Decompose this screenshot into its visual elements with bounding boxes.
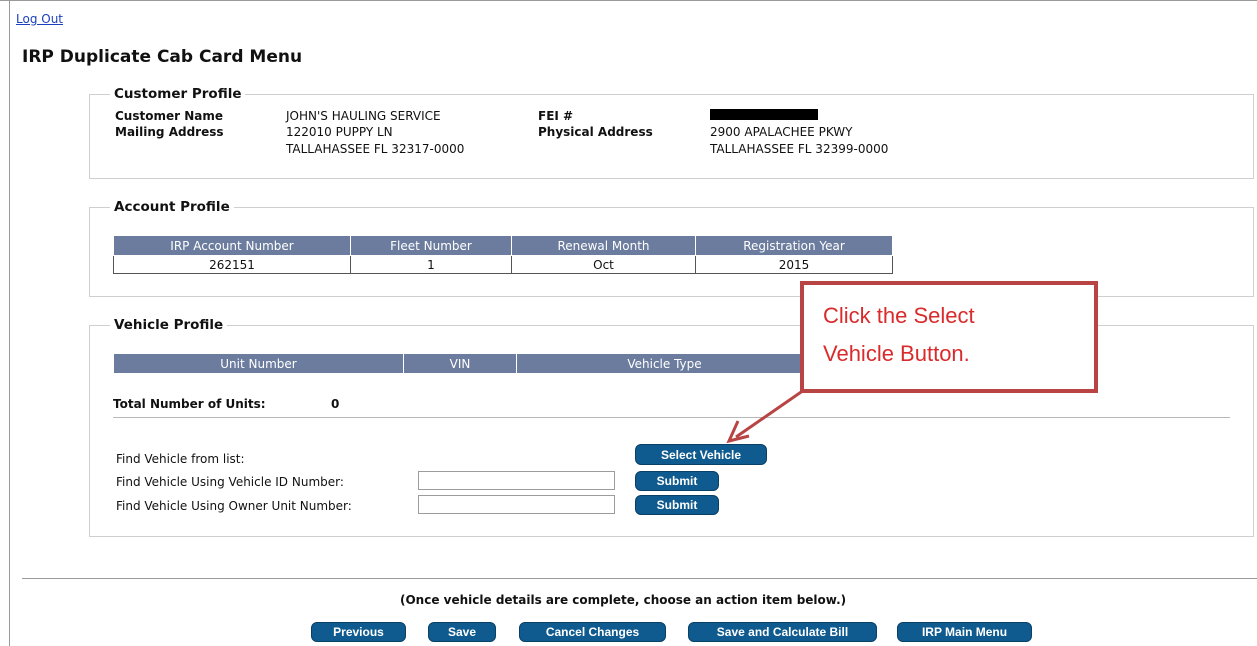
- fleet-number-cell: 1: [350, 255, 512, 274]
- divider: [113, 417, 1230, 418]
- account-table-header: IRP Account Number Fleet Number Renewal …: [113, 235, 893, 256]
- customer-name-value: JOHN'S HAULING SERVICE: [286, 109, 441, 123]
- account-col-header: Fleet Number: [350, 235, 512, 256]
- account-number-cell: 262151: [113, 255, 351, 274]
- total-units-label: Total Number of Units:: [113, 397, 266, 411]
- physical-address-label: Physical Address: [538, 125, 653, 139]
- find-from-list-label: Find Vehicle from list:: [116, 452, 245, 466]
- select-vehicle-button[interactable]: Select Vehicle: [635, 444, 767, 465]
- account-profile-legend: Account Profile: [114, 199, 230, 215]
- customer-profile-legend: Customer Profile: [114, 86, 242, 102]
- total-units-value: 0: [331, 397, 340, 411]
- submit-vin-button[interactable]: Submit: [635, 471, 719, 491]
- vehicle-col-header: VIN: [403, 353, 517, 374]
- annotation-callout: Click the Select Vehicle Button.: [800, 281, 1098, 393]
- customer-profile-section: Customer Profile: [89, 86, 1254, 179]
- top-border: [0, 0, 1257, 1]
- registration-year-cell: 2015: [695, 255, 893, 274]
- cancel-changes-button[interactable]: Cancel Changes: [519, 622, 666, 642]
- redacted-fei-value: [710, 109, 818, 120]
- irp-main-menu-button[interactable]: IRP Main Menu: [897, 622, 1032, 642]
- account-col-header: Renewal Month: [511, 235, 696, 256]
- unit-number-input[interactable]: [418, 495, 615, 514]
- submit-unit-button[interactable]: Submit: [635, 495, 719, 515]
- vehicle-table-header: Unit Number VIN Vehicle Type: [113, 353, 813, 374]
- save-button[interactable]: Save: [428, 622, 496, 642]
- footer-divider: [22, 578, 1257, 579]
- vehicle-profile-legend: Vehicle Profile: [114, 317, 224, 333]
- account-col-header: IRP Account Number: [113, 235, 351, 256]
- left-border: [9, 0, 10, 646]
- customer-name-label: Customer Name: [115, 109, 223, 123]
- vehicle-table: Unit Number VIN Vehicle Type: [113, 353, 813, 374]
- footer-instruction: (Once vehicle details are complete, choo…: [400, 593, 847, 607]
- vehicle-col-header: Vehicle Type: [516, 353, 813, 374]
- mailing-address-label: Mailing Address: [115, 125, 224, 139]
- annotation-line-1: Click the Select: [823, 303, 975, 328]
- page-title: IRP Duplicate Cab Card Menu: [22, 47, 303, 67]
- vin-input[interactable]: [418, 471, 615, 490]
- find-by-vin-label: Find Vehicle Using Vehicle ID Number:: [116, 475, 344, 489]
- account-col-header: Registration Year: [695, 235, 893, 256]
- mailing-address-line1: 122010 PUPPY LN: [286, 125, 393, 139]
- save-and-calculate-bill-button[interactable]: Save and Calculate Bill: [688, 622, 877, 642]
- account-table: IRP Account Number Fleet Number Renewal …: [113, 235, 893, 274]
- find-by-unit-label: Find Vehicle Using Owner Unit Number:: [116, 499, 352, 513]
- table-row: 262151 1 Oct 2015: [113, 255, 893, 274]
- logout-link[interactable]: Log Out: [16, 12, 63, 26]
- annotation-line-2: Vehicle Button.: [823, 341, 970, 366]
- vehicle-col-header: Unit Number: [113, 353, 404, 374]
- renewal-month-cell: Oct: [511, 255, 696, 274]
- physical-address-line2: TALLAHASSEE FL 32399-0000: [710, 142, 889, 156]
- physical-address-line1: 2900 APALACHEE PKWY: [710, 125, 853, 139]
- fei-label: FEI #: [538, 109, 574, 123]
- mailing-address-line2: TALLAHASSEE FL 32317-0000: [286, 142, 465, 156]
- previous-button[interactable]: Previous: [311, 622, 406, 642]
